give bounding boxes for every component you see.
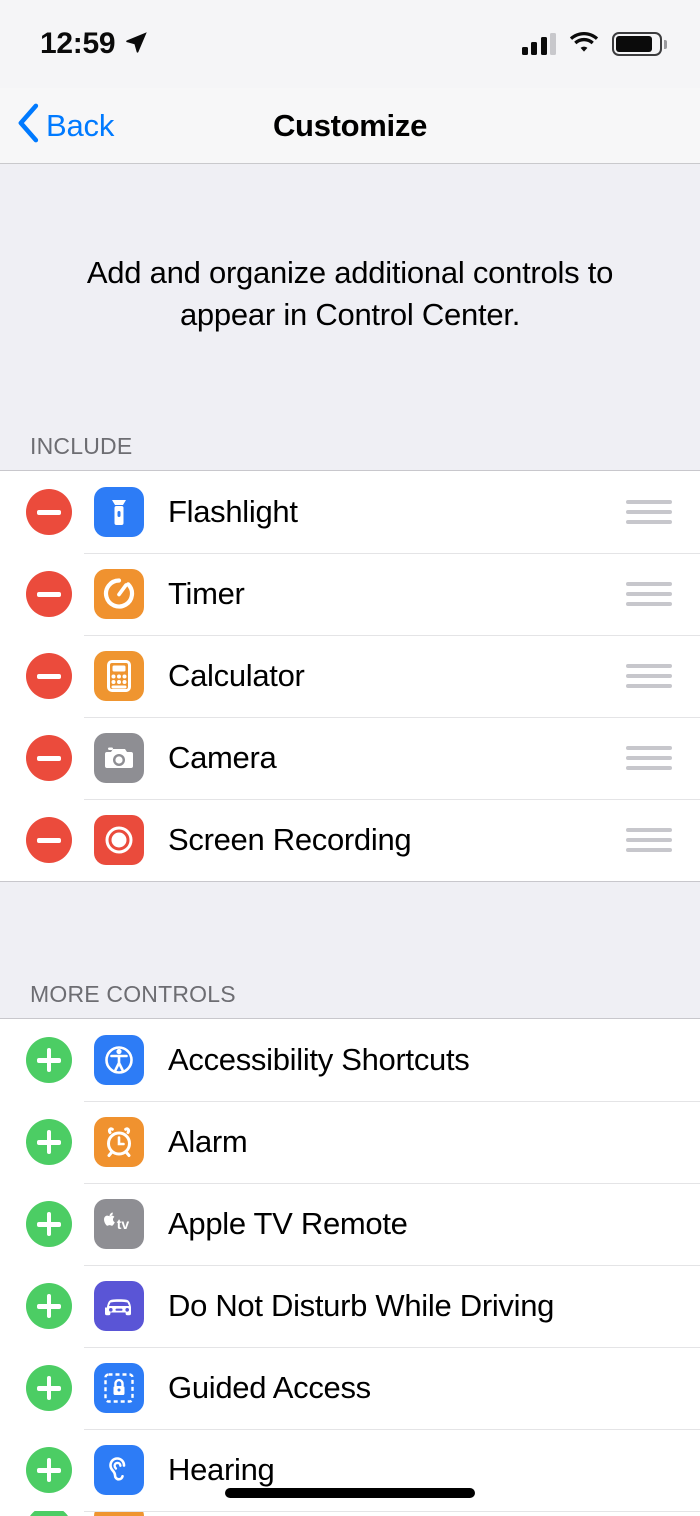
status-bar-left: 12:59 (40, 29, 150, 60)
section-gap (0, 882, 700, 946)
section-header-include: INCLUDE (0, 398, 700, 470)
minus-circle-icon[interactable] (26, 489, 72, 535)
battery-icon (612, 32, 662, 56)
row-label: Do Not Disturb While Driving (168, 1288, 554, 1324)
plus-circle-icon[interactable] (26, 1511, 72, 1516)
plus-circle-icon[interactable] (26, 1283, 72, 1329)
minus-circle-icon[interactable] (26, 571, 72, 617)
plus-circle-icon[interactable] (26, 1201, 72, 1247)
table-row-partial[interactable] (0, 1511, 700, 1516)
row-label: Alarm (168, 1124, 247, 1160)
timer-icon (94, 569, 144, 619)
intro-description: Add and organize additional controls to … (0, 164, 700, 336)
chevron-left-icon (16, 103, 40, 148)
table-row[interactable]: Calculator (0, 635, 700, 717)
table-row[interactable]: Do Not Disturb While Driving (0, 1265, 700, 1347)
row-label: Camera (168, 740, 276, 776)
ear-icon (94, 1445, 144, 1495)
car-icon (94, 1281, 144, 1331)
row-label: Calculator (168, 658, 305, 694)
plus-circle-icon[interactable] (26, 1447, 72, 1493)
flashlight-icon (94, 487, 144, 537)
minus-circle-icon[interactable] (26, 653, 72, 699)
table-row[interactable]: Guided Access (0, 1347, 700, 1429)
plus-circle-icon[interactable] (26, 1037, 72, 1083)
row-label: Timer (168, 576, 245, 612)
guided-access-icon (94, 1363, 144, 1413)
row-label: Apple TV Remote (168, 1206, 408, 1242)
more-controls-group: Accessibility Shortcuts Alarm (0, 1018, 700, 1516)
camera-icon (94, 733, 144, 783)
table-row[interactable]: Timer (0, 553, 700, 635)
navigation-bar: Back Customize (0, 88, 700, 164)
partial-row-icon (94, 1511, 144, 1516)
cellular-signal-icon (522, 33, 557, 55)
reorder-handle[interactable] (626, 582, 672, 606)
reorder-handle[interactable] (626, 664, 672, 688)
minus-circle-icon[interactable] (26, 817, 72, 863)
row-label: Flashlight (168, 494, 298, 530)
row-label: Hearing (168, 1452, 274, 1488)
settings-list: Add and organize additional controls to … (0, 164, 700, 1516)
location-arrow-icon (124, 29, 150, 60)
include-group: Flashlight Timer (0, 470, 700, 882)
table-row[interactable]: tv Apple TV Remote (0, 1183, 700, 1265)
wifi-icon (568, 30, 600, 59)
table-row[interactable]: Accessibility Shortcuts (0, 1019, 700, 1101)
status-bar: 12:59 (0, 0, 700, 88)
status-bar-clock: 12:59 (40, 29, 115, 59)
table-row[interactable]: Hearing (0, 1429, 700, 1511)
screen-recording-icon (94, 815, 144, 865)
row-label: Guided Access (168, 1370, 371, 1406)
back-button[interactable]: Back (0, 103, 114, 148)
iphone-screen: 12:59 (0, 0, 700, 1516)
back-button-label: Back (46, 108, 114, 144)
apple-tv-icon: tv (94, 1199, 144, 1249)
svg-text:tv: tv (117, 1216, 130, 1232)
section-header-more-controls: MORE CONTROLS (0, 946, 700, 1018)
row-label: Accessibility Shortcuts (168, 1042, 469, 1078)
table-row[interactable]: Screen Recording (0, 799, 700, 881)
alarm-clock-icon (94, 1117, 144, 1167)
plus-circle-icon[interactable] (26, 1119, 72, 1165)
status-bar-right (522, 30, 663, 59)
reorder-handle[interactable] (626, 500, 672, 524)
reorder-handle[interactable] (626, 746, 672, 770)
table-row[interactable]: Alarm (0, 1101, 700, 1183)
calculator-icon (94, 651, 144, 701)
row-label: Screen Recording (168, 822, 411, 858)
minus-circle-icon[interactable] (26, 735, 72, 781)
table-row[interactable]: Camera (0, 717, 700, 799)
reorder-handle[interactable] (626, 828, 672, 852)
home-indicator (225, 1488, 475, 1498)
accessibility-icon (94, 1035, 144, 1085)
plus-circle-icon[interactable] (26, 1365, 72, 1411)
table-row[interactable]: Flashlight (0, 471, 700, 553)
